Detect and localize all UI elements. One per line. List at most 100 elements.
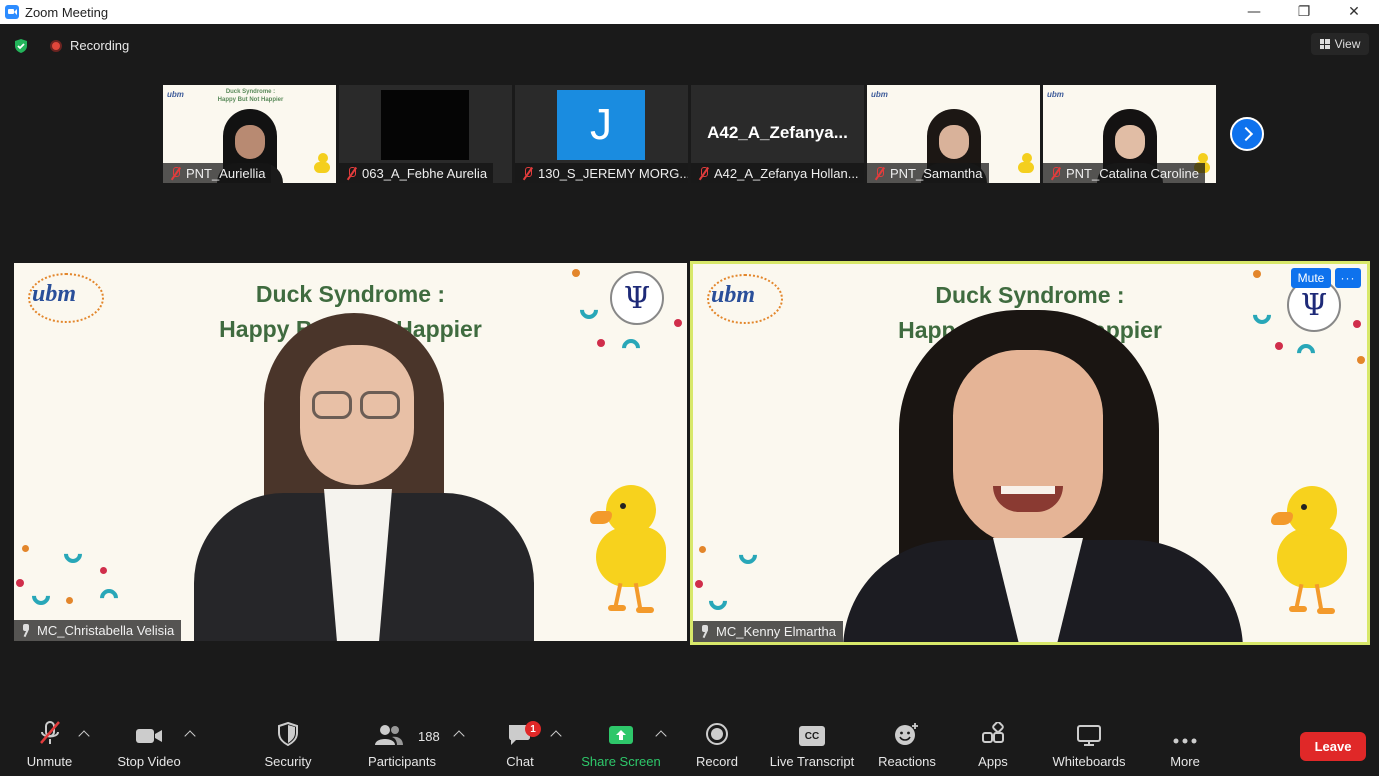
whiteboard-icon	[1077, 725, 1101, 746]
unmute-label: Unmute	[26, 754, 73, 769]
window-title: Zoom Meeting	[25, 4, 109, 20]
participants-button[interactable]: 188 Participants	[364, 716, 440, 776]
title-bar: Zoom Meeting — ❐ ✕	[0, 0, 1379, 24]
record-label: Record	[696, 754, 738, 769]
video-tile-mc-christabella[interactable]: ubm Duck Syndrome : Happy But Happier Ψ M…	[14, 263, 687, 641]
mic-muted-icon	[522, 166, 533, 180]
reactions-smiley-icon	[895, 723, 918, 745]
record-button[interactable]: Record	[694, 716, 740, 776]
participant-thumbnail[interactable]: A42_A_Zefanya... A42_A_Zefanya Hollan...	[691, 85, 864, 183]
next-page-arrow-icon[interactable]	[1230, 117, 1264, 151]
ubm-logo: ubm	[167, 90, 184, 99]
recording-icon	[50, 40, 62, 52]
participant-name-label: 130_S_JEREMY MORG...	[515, 163, 688, 183]
participant-name-label: MC_Kenny Elmartha	[693, 621, 843, 642]
slide-title: Duck Syndrome : Happy But Not Happier	[217, 89, 284, 103]
duck-image	[314, 153, 330, 173]
participants-options-caret-icon[interactable]	[453, 730, 465, 742]
pin-icon	[700, 625, 711, 638]
more-label: More	[1170, 754, 1200, 769]
recording-label: Recording	[70, 38, 130, 53]
duck-image	[1267, 486, 1357, 616]
mute-participant-button[interactable]: Mute	[1291, 268, 1331, 288]
participant-thumbnail[interactable]: ubm PNT_Catalina Caroline	[1043, 85, 1216, 183]
pin-icon	[21, 624, 32, 637]
participant-name: MC_Kenny Elmartha	[716, 624, 836, 639]
participant-name: A42_A_Zefanya Hollan...	[714, 165, 859, 181]
reactions-label: Reactions	[878, 754, 936, 769]
participant-name-label: A42_A_Zefanya Hollan...	[691, 163, 864, 183]
participant-name: 130_S_JEREMY MORG...	[538, 165, 688, 181]
mic-muted-icon	[346, 166, 357, 180]
view-label: View	[1334, 37, 1361, 51]
encryption-shield-icon[interactable]	[13, 38, 29, 54]
participants-icon	[375, 725, 403, 745]
reactions-button[interactable]: Reactions	[877, 716, 937, 776]
leave-button[interactable]: Leave	[1300, 732, 1366, 761]
participant-thumbnail[interactable]: ubm Duck Syndrome : Happy But Not Happie…	[163, 85, 336, 183]
view-button[interactable]: View	[1311, 33, 1369, 55]
meeting-toolbar: Unmute Stop Video Security 188 Participa…	[0, 716, 1379, 776]
audio-options-caret-icon[interactable]	[78, 730, 90, 742]
security-shield-icon	[278, 722, 298, 746]
zoom-app-icon	[5, 5, 19, 19]
more-button[interactable]: More	[1166, 716, 1204, 776]
stop-video-label: Stop Video	[117, 754, 181, 769]
participant-video	[843, 310, 1243, 642]
more-options-button[interactable]: ···	[1335, 268, 1361, 288]
share-screen-icon	[609, 726, 633, 744]
security-label: Security	[264, 754, 312, 769]
mic-muted-icon	[170, 166, 181, 180]
participant-name-label: PNT_Catalina Caroline	[1043, 163, 1205, 183]
participant-name-label: MC_Christabella Velisia	[14, 620, 182, 641]
share-screen-label: Share Screen	[581, 754, 661, 769]
participant-name: PNT_Catalina Caroline	[1066, 165, 1199, 181]
apps-icon	[982, 722, 1004, 743]
participant-name: 063_A_Febhe Aurelia	[362, 165, 488, 181]
live-transcript-label: Live Transcript	[769, 754, 855, 769]
mic-muted-icon	[39, 721, 60, 744]
live-transcript-button[interactable]: CC Live Transcript	[768, 716, 856, 776]
apps-button[interactable]: Apps	[974, 716, 1012, 776]
apps-label: Apps	[978, 754, 1008, 769]
participant-name-label: 063_A_Febhe Aurelia	[339, 163, 494, 183]
grid-view-icon	[1319, 39, 1330, 49]
participant-name-label: PNT_Samantha	[867, 163, 989, 183]
share-screen-button[interactable]: Share Screen	[580, 716, 662, 776]
video-off-frame	[381, 90, 469, 160]
chat-label: Chat	[506, 754, 534, 769]
duck-image	[1018, 153, 1034, 173]
video-options-caret-icon[interactable]	[184, 730, 196, 742]
participants-count: 188	[418, 729, 440, 744]
participant-name: MC_Christabella Velisia	[37, 623, 175, 638]
ubm-logo: ubm	[871, 90, 888, 99]
participant-display-name: A42_A_Zefanya...	[707, 123, 848, 142]
participant-video	[184, 313, 544, 641]
psychology-logo: Ψ	[610, 271, 664, 325]
minimize-button[interactable]: —	[1229, 0, 1279, 24]
participant-thumbnail[interactable]: 063_A_Febhe Aurelia	[339, 85, 512, 183]
participant-name: PNT_Auriellia	[186, 165, 266, 181]
security-button[interactable]: Security	[262, 716, 314, 776]
participant-thumbnail[interactable]: ubm PNT_Samantha	[867, 85, 1040, 183]
window-controls: — ❐ ✕	[1229, 0, 1379, 24]
ubm-logo: ubm	[1047, 90, 1064, 99]
record-icon	[706, 723, 728, 745]
video-tile-mc-kenny[interactable]: ubm Duck Syndrome : HappNot Happier Ψ Mu…	[690, 261, 1370, 645]
stop-video-button[interactable]: Stop Video	[114, 716, 184, 776]
video-camera-icon	[136, 729, 162, 743]
whiteboards-label: Whiteboards	[1052, 754, 1126, 769]
participant-avatar: J	[557, 90, 645, 160]
participant-thumbnail-strip: ubm Duck Syndrome : Happy But Not Happie…	[163, 85, 1216, 183]
unmute-button[interactable]: Unmute	[22, 716, 77, 776]
chat-button[interactable]: 1 Chat	[500, 716, 541, 776]
close-button[interactable]: ✕	[1329, 0, 1379, 24]
chat-options-caret-icon[interactable]	[550, 730, 562, 742]
restore-button[interactable]: ❐	[1279, 0, 1329, 24]
mic-muted-icon	[874, 166, 885, 180]
participant-thumbnail[interactable]: J 130_S_JEREMY MORG...	[515, 85, 688, 183]
participant-name: PNT_Samantha	[890, 165, 983, 181]
whiteboards-button[interactable]: Whiteboards	[1048, 716, 1130, 776]
more-dots-icon	[1173, 738, 1197, 744]
participant-name-label: PNT_Auriellia	[163, 163, 272, 183]
